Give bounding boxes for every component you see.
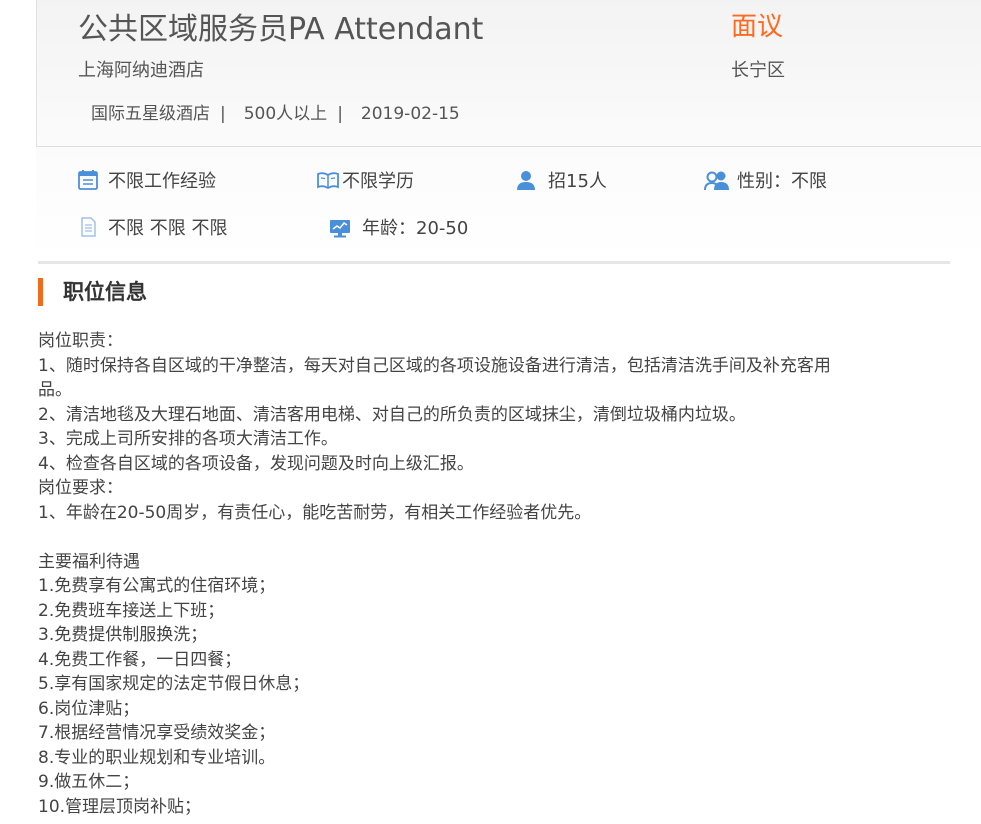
other-label: 不限 不限 不限 <box>108 218 228 239</box>
description-line: 7.根据经营情况享受绩效奖金； <box>38 723 276 743</box>
description-line: 2.免费班车接送上下班； <box>38 600 225 621</box>
requirement-age: 年龄：20-50 <box>328 214 468 240</box>
education-label: 不限学历 <box>342 171 414 192</box>
district: 长宁区 <box>731 60 785 81</box>
description-line: 10.管理层顶岗补贴； <box>38 796 202 817</box>
description-line: 岗位要求： <box>38 478 123 498</box>
description-line: 3、完成上司所安排的各项大清洁工作。 <box>38 429 338 449</box>
description-line: 8.专业的职业规划和专业培训。 <box>38 747 276 768</box>
job-description: 岗位职责： 1、随时保持各自区域的干净整洁，每天对自己区域的各项设施设备进行清洁，… <box>38 329 938 819</box>
description-line: 1.免费享有公寓式的住宿环境； <box>38 576 276 596</box>
company-meta: 国际五星级酒店 | 500人以上 | 2019-02-15 <box>91 99 460 124</box>
description-line: 4.免费工作餐，一日四餐； <box>38 649 242 670</box>
hotel-type: 国际五星级酒店 <box>91 104 210 124</box>
requirement-gender: 性别：不限 <box>703 167 827 193</box>
description-line: 1、年龄在20-50周岁，有责任心，能吃苦耐劳，有相关工作经验者优先。 <box>38 502 592 523</box>
job-title: 公共区域服务员PA Attendant <box>78 12 484 47</box>
description-line: 岗位职责： <box>38 331 123 351</box>
description-line: 6.岗位津贴； <box>38 698 140 719</box>
age-label: 年龄：20-50 <box>362 218 469 239</box>
description-line: 2、清洁地毯及大理石地面、清洁客用电梯、对自己的所负责的区域抹尘，清倒垃圾桶内垃… <box>38 404 746 425</box>
company-name[interactable]: 上海阿纳迪酒店 <box>78 56 204 82</box>
document-icon <box>76 215 100 239</box>
requirement-education: 不限学历 <box>316 167 414 193</box>
description-line: 1、随时保持各自区域的干净整洁，每天对自己区域的各项设施设备进行清洁，包括清洁洗… <box>38 355 831 376</box>
description-line: 5.享有国家规定的法定节假日休息； <box>38 674 310 694</box>
salary: 面议 <box>731 12 784 42</box>
meta-separator: | <box>220 104 226 124</box>
post-date: 2019-02-15 <box>360 104 460 124</box>
headcount-label: 招15人 <box>548 171 607 192</box>
section-divider <box>38 261 950 264</box>
requirement-experience: 不限工作经验 <box>76 167 216 193</box>
description-line: 4、检查各自区域的各项设备，发现问题及时向上级汇报。 <box>38 453 474 474</box>
description-line: 品。 <box>38 380 72 400</box>
company-size: 500人以上 <box>243 104 328 124</box>
description-line: 主要福利待遇 <box>38 551 140 572</box>
requirement-other: 不限 不限 不限 <box>76 214 227 240</box>
description-line: 9.做五休二； <box>38 772 140 792</box>
description-line: 3.免费提供制服换洗； <box>38 625 208 645</box>
calendar-icon <box>76 168 100 192</box>
job-header: 公共区域服务员PA Attendant 面议 上海阿纳迪酒店 长宁区 国际五星级… <box>36 0 981 147</box>
monitor-icon <box>328 215 352 239</box>
meta-separator: | <box>337 104 343 124</box>
description-line <box>38 525 938 550</box>
person-icon <box>514 168 538 192</box>
experience-label: 不限工作经验 <box>108 171 216 192</box>
section-title: 职位信息 <box>38 278 147 306</box>
people-icon <box>703 168 731 192</box>
job-requirements: 不限工作经验 不限学历 招15人 性别：不限 不限 不限 不限 年龄：20-50 <box>36 147 981 260</box>
requirement-headcount: 招15人 <box>514 167 607 193</box>
book-icon <box>316 168 340 192</box>
gender-label: 性别：不限 <box>737 171 827 192</box>
